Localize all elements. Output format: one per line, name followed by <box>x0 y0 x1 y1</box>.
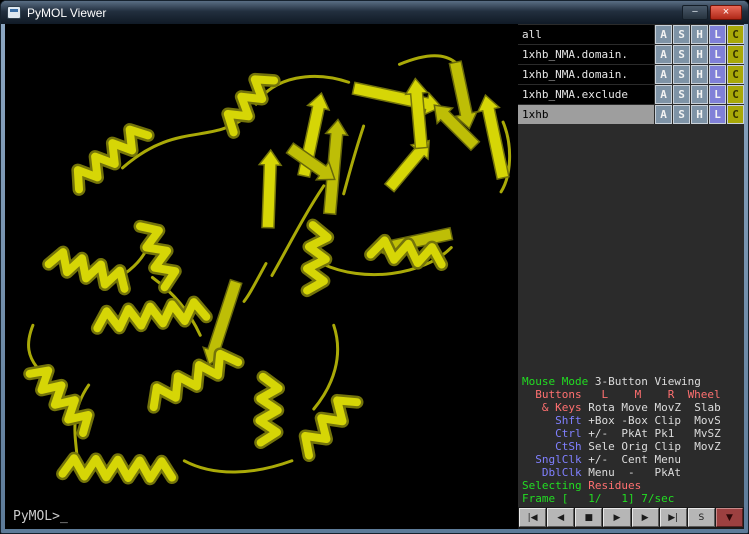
action-button[interactable]: A <box>655 65 672 84</box>
object-name-exclude[interactable]: 1xhb_NMA.exclude <box>518 85 654 104</box>
object-row: all A S H L C <box>518 25 744 44</box>
back-button[interactable]: ◀ <box>547 508 574 527</box>
object-row: 1xhb_NMA.domain. A S H L C <box>518 45 744 64</box>
frame-line: Frame [ 1/ 1] 7/sec <box>522 492 740 505</box>
window-title: PyMOL Viewer <box>27 6 106 20</box>
hide-button[interactable]: H <box>691 45 708 64</box>
playback-bar: |◀ ◀ ■ ▶ ▶ ▶| S ▼ <box>518 507 744 529</box>
rewind-button[interactable]: |◀ <box>519 508 546 527</box>
ctsh-label: CtSh <box>522 440 588 453</box>
object-name-domain-2[interactable]: 1xhb_NMA.domain. <box>518 65 654 84</box>
show-button[interactable]: S <box>673 45 690 64</box>
object-list: all A S H L C 1xhb_NMA.domain. A S H L C… <box>518 24 744 125</box>
main-content: PyMOL>_ all A S H L C 1xhb_NMA.domain. A… <box>5 24 744 529</box>
label-button[interactable]: L <box>709 105 726 124</box>
play-button[interactable]: ▶ <box>603 508 630 527</box>
color-button[interactable]: C <box>727 65 744 84</box>
buttons-header: Buttons L M R Wheel <box>522 388 721 401</box>
label-button[interactable]: L <box>709 65 726 84</box>
close-button[interactable]: × <box>710 5 742 20</box>
ctrl-actions: +/- PkAt Pk1 MvSZ <box>588 427 720 440</box>
show-button[interactable]: S <box>673 85 690 104</box>
mouse-panel: Mouse Mode 3-Button Viewing Buttons L M … <box>518 372 744 507</box>
hide-button[interactable]: H <box>691 85 708 104</box>
object-row-selected: 1xhb A S H L C <box>518 105 744 124</box>
hide-button[interactable]: H <box>691 65 708 84</box>
label-button[interactable]: L <box>709 45 726 64</box>
color-button[interactable]: C <box>727 85 744 104</box>
mouse-mode-label[interactable]: Mouse Mode <box>522 375 595 388</box>
panel-spacer <box>518 125 744 372</box>
keys-label: & Keys <box>522 401 588 414</box>
frame-counter: Frame [ 1/ 1] 7/sec <box>522 492 674 505</box>
mouse-mode-line[interactable]: Mouse Mode 3-Button Viewing <box>522 375 740 388</box>
selecting-line[interactable]: Selecting Residues <box>522 479 740 492</box>
shift-actions: +Box -Box Clip MovS <box>588 414 720 427</box>
show-button[interactable]: S <box>673 105 690 124</box>
ctrl-line: Ctrl +/- PkAt Pk1 MvSZ <box>522 427 740 440</box>
ctsh-actions: Sele Orig Clip MovZ <box>588 440 720 453</box>
color-button[interactable]: C <box>727 105 744 124</box>
show-button[interactable]: S <box>673 25 690 44</box>
protein-structure <box>5 24 518 529</box>
action-button[interactable]: A <box>655 45 672 64</box>
shift-label: Shft <box>522 414 588 427</box>
snglclk-label: SnglClk <box>522 453 588 466</box>
shift-line: Shft +Box -Box Clip MovS <box>522 414 740 427</box>
dblclk-label: DblClk <box>522 466 588 479</box>
object-name-domain-1[interactable]: 1xhb_NMA.domain. <box>518 45 654 64</box>
keys-actions: Rota Move MovZ Slab <box>588 401 720 414</box>
selecting-label[interactable]: Selecting <box>522 479 588 492</box>
sequence-button[interactable]: S <box>688 508 715 527</box>
panel-toggle-button[interactable]: ▼ <box>716 508 743 527</box>
object-name-all[interactable]: all <box>518 25 654 44</box>
snglclk-actions: +/- Cent Menu <box>588 453 681 466</box>
action-button[interactable]: A <box>655 25 672 44</box>
pymol-window: PyMOL Viewer − × <box>0 0 749 534</box>
command-prompt[interactable]: PyMOL>_ <box>13 509 68 524</box>
dblclk-actions: Menu - PkAt <box>588 466 681 479</box>
viewport-canvas[interactable]: PyMOL>_ <box>5 24 518 529</box>
snglclk-line: SnglClk +/- Cent Menu <box>522 453 740 466</box>
show-button[interactable]: S <box>673 65 690 84</box>
forward-button[interactable]: ▶ <box>632 508 659 527</box>
object-row: 1xhb_NMA.domain. A S H L C <box>518 65 744 84</box>
object-name-1xhb[interactable]: 1xhb <box>518 105 654 124</box>
action-button[interactable]: A <box>655 105 672 124</box>
color-button[interactable]: C <box>727 45 744 64</box>
color-button[interactable]: C <box>727 25 744 44</box>
buttons-header-line: Buttons L M R Wheel <box>522 388 740 401</box>
label-button[interactable]: L <box>709 25 726 44</box>
stop-button[interactable]: ■ <box>575 508 602 527</box>
mouse-mode-value[interactable]: 3-Button Viewing <box>595 375 701 388</box>
selecting-mode[interactable]: Residues <box>588 479 641 492</box>
hide-button[interactable]: H <box>691 25 708 44</box>
end-button[interactable]: ▶| <box>660 508 687 527</box>
titlebar[interactable]: PyMOL Viewer − × <box>1 1 748 24</box>
label-button[interactable]: L <box>709 85 726 104</box>
ctsh-line: CtSh Sele Orig Clip MovZ <box>522 440 740 453</box>
ctrl-label: Ctrl <box>522 427 588 440</box>
hide-button[interactable]: H <box>691 105 708 124</box>
object-row: 1xhb_NMA.exclude A S H L C <box>518 85 744 104</box>
action-button[interactable]: A <box>655 85 672 104</box>
dblclk-line: DblClk Menu - PkAt <box>522 466 740 479</box>
app-icon <box>7 6 21 19</box>
side-panel: all A S H L C 1xhb_NMA.domain. A S H L C… <box>518 24 744 529</box>
keys-line: & Keys Rota Move MovZ Slab <box>522 401 740 414</box>
minimize-button[interactable]: − <box>682 5 708 20</box>
